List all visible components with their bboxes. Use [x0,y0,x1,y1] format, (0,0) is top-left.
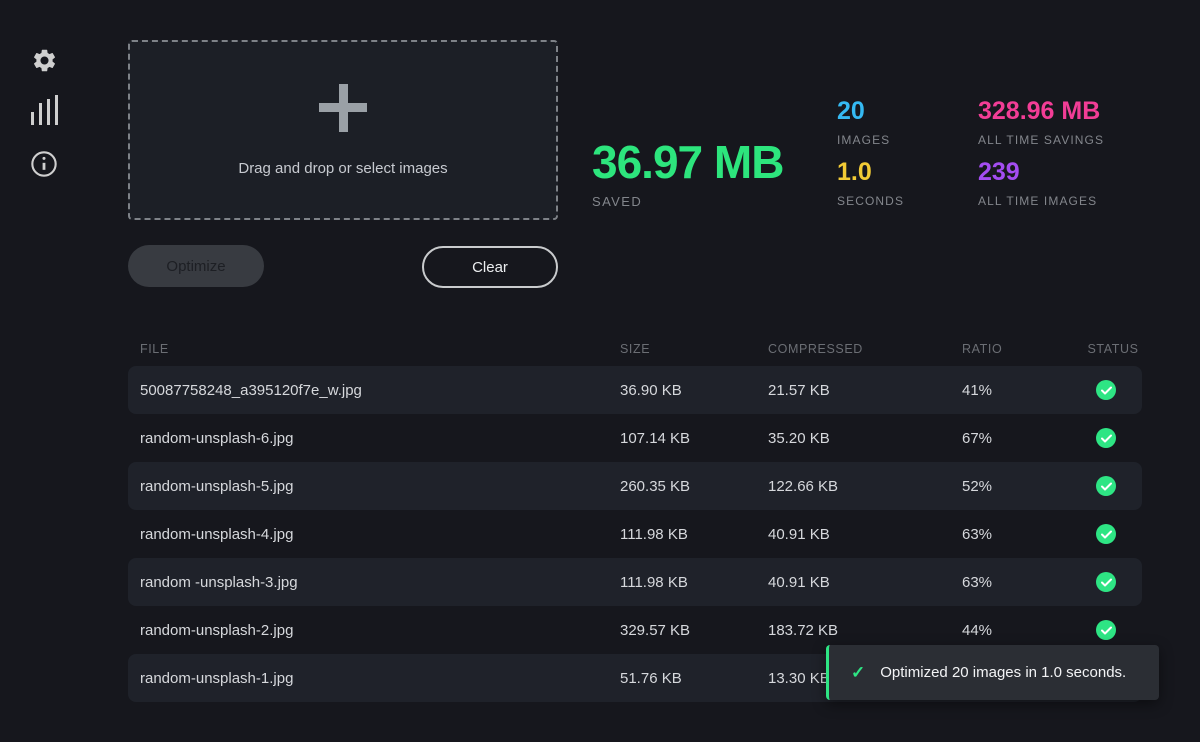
table-row: random-unsplash-5.jpg 260.35 KB 122.66 K… [128,462,1142,510]
size-cell: 111.98 KB [620,526,768,543]
about-button[interactable] [30,150,58,178]
sidebar [0,0,90,742]
file-name-cell: random-unsplash-4.jpg [128,526,620,543]
toast-message: Optimized 20 images in 1.0 seconds. [880,664,1126,681]
clear-button[interactable]: Clear [422,246,558,288]
status-cell [1084,476,1142,496]
status-column-header: STATUS [1084,342,1142,356]
success-check-icon [1096,572,1116,592]
images-value: 20 [837,99,977,124]
file-name-cell: 50087758248_a395120f7e_w.jpg [128,382,620,399]
compressed-cell: 35.20 KB [768,430,962,447]
size-column-header: SIZE [620,342,768,356]
session-stats: 20 IMAGES 1.0 SECONDS [837,99,977,208]
ratio-cell: 41% [962,382,1084,399]
image-drop-zone[interactable]: Drag and drop or select images [128,40,558,220]
table-row: random-unsplash-6.jpg 107.14 KB 35.20 KB… [128,414,1142,462]
all-time-images-value: 239 [978,160,1168,185]
file-name-cell: random -unsplash-3.jpg [128,574,620,591]
file-column-header: FILE [128,342,620,356]
all-time-images-stat: 239 ALL TIME IMAGES [978,160,1168,208]
table-row: random -unsplash-3.jpg 111.98 KB 40.91 K… [128,558,1142,606]
compressed-cell: 40.91 KB [768,574,962,591]
bar-chart-icon [30,93,58,127]
saved-label: SAVED [592,194,783,209]
all-time-stats: 328.96 MB ALL TIME SAVINGS 239 ALL TIME … [978,99,1168,208]
size-cell: 260.35 KB [620,478,768,495]
size-cell: 111.98 KB [620,574,768,591]
images-label: IMAGES [837,133,977,147]
status-cell [1084,428,1142,448]
info-icon [30,150,58,178]
success-check-icon [1096,524,1116,544]
compressed-column-header: COMPRESSED [768,342,962,356]
file-name-cell: random-unsplash-2.jpg [128,622,620,639]
all-time-savings-stat: 328.96 MB ALL TIME SAVINGS [978,99,1168,147]
all-time-savings-value: 328.96 MB [978,99,1168,124]
saved-stat: 36.97 MB SAVED [592,139,783,209]
gear-icon [31,47,58,74]
size-cell: 36.90 KB [620,382,768,399]
seconds-value: 1.0 [837,160,977,185]
stats-button[interactable] [30,96,58,124]
status-cell [1084,572,1142,592]
all-time-images-label: ALL TIME IMAGES [978,194,1168,208]
ratio-column-header: RATIO [962,342,1084,356]
compressed-cell: 183.72 KB [768,622,962,639]
file-name-cell: random-unsplash-6.jpg [128,430,620,447]
seconds-label: SECONDS [837,194,977,208]
ratio-cell: 63% [962,574,1084,591]
ratio-cell: 63% [962,526,1084,543]
ratio-cell: 52% [962,478,1084,495]
success-check-icon [1096,476,1116,496]
ratio-cell: 44% [962,622,1084,639]
compressed-cell: 40.91 KB [768,526,962,543]
status-cell [1084,524,1142,544]
size-cell: 107.14 KB [620,430,768,447]
compressed-cell: 21.57 KB [768,382,962,399]
plus-icon [319,84,367,132]
file-name-cell: random-unsplash-1.jpg [128,670,620,687]
size-cell: 51.76 KB [620,670,768,687]
saved-value: 36.97 MB [592,139,783,185]
seconds-stat: 1.0 SECONDS [837,160,977,208]
table-row: 50087758248_a395120f7e_w.jpg 36.90 KB 21… [128,366,1142,414]
table-header: FILE SIZE COMPRESSED RATIO STATUS [128,332,1142,366]
success-check-icon [1096,428,1116,448]
settings-button[interactable] [30,46,58,74]
table-row: random-unsplash-4.jpg 111.98 KB 40.91 KB… [128,510,1142,558]
success-check-icon [1096,620,1116,640]
status-cell [1084,620,1142,640]
images-stat: 20 IMAGES [837,99,977,147]
toast-notification: ✓ Optimized 20 images in 1.0 seconds. [826,645,1159,700]
drop-zone-label: Drag and drop or select images [238,160,447,177]
ratio-cell: 67% [962,430,1084,447]
status-cell [1084,380,1142,400]
all-time-savings-label: ALL TIME SAVINGS [978,133,1168,147]
check-icon: ✓ [851,663,865,683]
file-name-cell: random-unsplash-5.jpg [128,478,620,495]
optimize-button[interactable]: Optimize [128,245,264,287]
success-check-icon [1096,380,1116,400]
size-cell: 329.57 KB [620,622,768,639]
compressed-cell: 122.66 KB [768,478,962,495]
